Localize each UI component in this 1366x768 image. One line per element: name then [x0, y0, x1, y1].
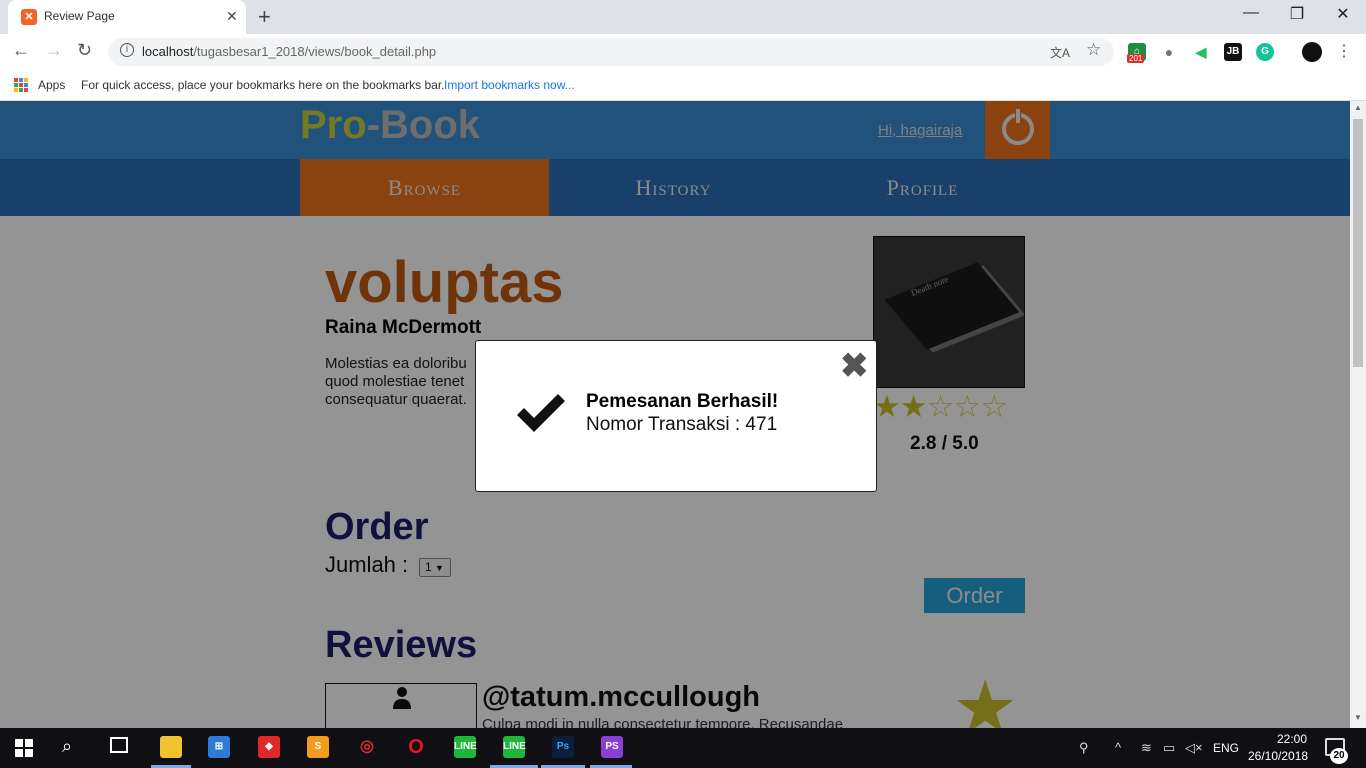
window-close-icon[interactable]: ✕ — [1320, 4, 1366, 24]
profile-avatar[interactable] — [1302, 42, 1322, 62]
new-tab-icon[interactable]: + — [258, 4, 271, 30]
apps-link[interactable]: Apps — [38, 78, 65, 92]
line-icon[interactable]: LINE — [454, 736, 477, 758]
people-icon[interactable]: ⚲ — [1079, 740, 1089, 756]
windows-start-icon[interactable] — [15, 739, 33, 757]
modal-close-icon[interactable]: ✖ — [840, 349, 869, 383]
scroll-thumb[interactable] — [1353, 119, 1363, 367]
grammarly-icon[interactable]: G — [1256, 43, 1274, 61]
checkmark-icon — [517, 394, 565, 432]
browser-menu-icon[interactable]: ⋮ — [1336, 41, 1352, 61]
volume-muted-icon[interactable]: ◁× — [1185, 740, 1203, 756]
success-modal: ✖ Pemesanan Berhasil! Nomor Transaksi : … — [475, 340, 877, 492]
notification-badge: 20 — [1330, 748, 1348, 764]
store-icon[interactable]: ⊞ — [208, 736, 230, 758]
browser-tab[interactable]: ✕ Review Page ✕ — [8, 0, 246, 34]
browser-toolbar: ← → ↻ i localhost/tugasbesar1_2018/views… — [0, 34, 1366, 70]
extension-badge: 201 — [1127, 54, 1145, 63]
info-icon[interactable]: i — [120, 43, 134, 57]
import-bookmarks-link[interactable]: Import bookmarks now... — [444, 78, 575, 92]
scroll-up-icon[interactable]: ▲ — [1354, 103, 1362, 112]
browser-tab-strip: ✕ Review Page ✕ + — ❐ ✕ — [0, 0, 1366, 34]
search-icon[interactable]: ⌕ — [62, 736, 72, 757]
jetbrains-icon[interactable]: JB — [1224, 43, 1242, 61]
opera-icon[interactable]: O — [405, 736, 427, 758]
language-indicator[interactable]: ENG — [1213, 741, 1239, 755]
lightbulb-icon[interactable]: ● — [1160, 43, 1178, 61]
minimize-icon[interactable]: — — [1228, 4, 1274, 22]
battery-icon[interactable]: ▭ — [1163, 740, 1175, 756]
wifi-icon[interactable]: ≋ — [1141, 740, 1152, 756]
modal-title: Pemesanan Berhasil! — [586, 391, 779, 412]
scroll-down-icon[interactable]: ▼ — [1354, 713, 1362, 722]
page-scrollbar[interactable]: ▲ ▼ — [1350, 101, 1366, 728]
bookmarks-hint: For quick access, place your bookmarks h… — [81, 78, 445, 92]
gift-icon[interactable]: ◆ — [258, 736, 280, 758]
windows-taskbar: ⌕ ⊞ ◆ S ◎ O LINE LINE Ps PS ⚲ ^ ≋ ▭ ◁× E… — [0, 728, 1366, 768]
clock-date[interactable]: 26/10/2018 — [1248, 749, 1308, 763]
file-explorer-icon[interactable] — [160, 736, 182, 758]
clock-time[interactable]: 22:00 — [1277, 732, 1307, 746]
task-view-icon[interactable] — [110, 737, 128, 753]
line-icon[interactable]: LINE — [503, 736, 526, 758]
forward-icon[interactable]: → — [45, 40, 63, 61]
tab-close-icon[interactable]: ✕ — [226, 8, 238, 25]
chevron-up-icon[interactable]: ^ — [1115, 740, 1121, 755]
bookmarks-bar: Apps For quick access, place your bookma… — [0, 70, 1366, 101]
bookmark-star-icon[interactable]: ☆ — [1086, 40, 1101, 60]
photoshop-icon[interactable]: Ps — [552, 736, 574, 758]
back-icon[interactable]: ← — [12, 40, 30, 61]
url-host: localhost — [142, 44, 194, 59]
share-icon[interactable]: ◀ — [1192, 43, 1210, 61]
url-path: /tugasbesar1_2018/views/book_detail.php — [193, 44, 437, 59]
tab-title: Review Page — [44, 9, 115, 23]
sublime-text-icon[interactable]: S — [307, 736, 329, 758]
garena-icon[interactable]: ◎ — [356, 736, 378, 758]
apps-grid-icon[interactable] — [14, 78, 28, 92]
address-bar[interactable]: i localhost/tugasbesar1_2018/views/book_… — [108, 38, 1114, 66]
reload-icon[interactable]: ↻ — [77, 40, 92, 61]
modal-message: Nomor Transaksi : 471 — [586, 414, 778, 435]
page-viewport: Pro-Book Hi, hagairaja Browse History Pr… — [0, 101, 1350, 728]
xampp-icon: ✕ — [21, 9, 37, 25]
url-text[interactable]: localhost/tugasbesar1_2018/views/book_de… — [142, 44, 436, 59]
restore-icon[interactable]: ❐ — [1274, 4, 1320, 24]
phpstorm-icon[interactable]: PS — [601, 736, 623, 758]
translate-icon[interactable]: 文A — [1050, 44, 1070, 61]
